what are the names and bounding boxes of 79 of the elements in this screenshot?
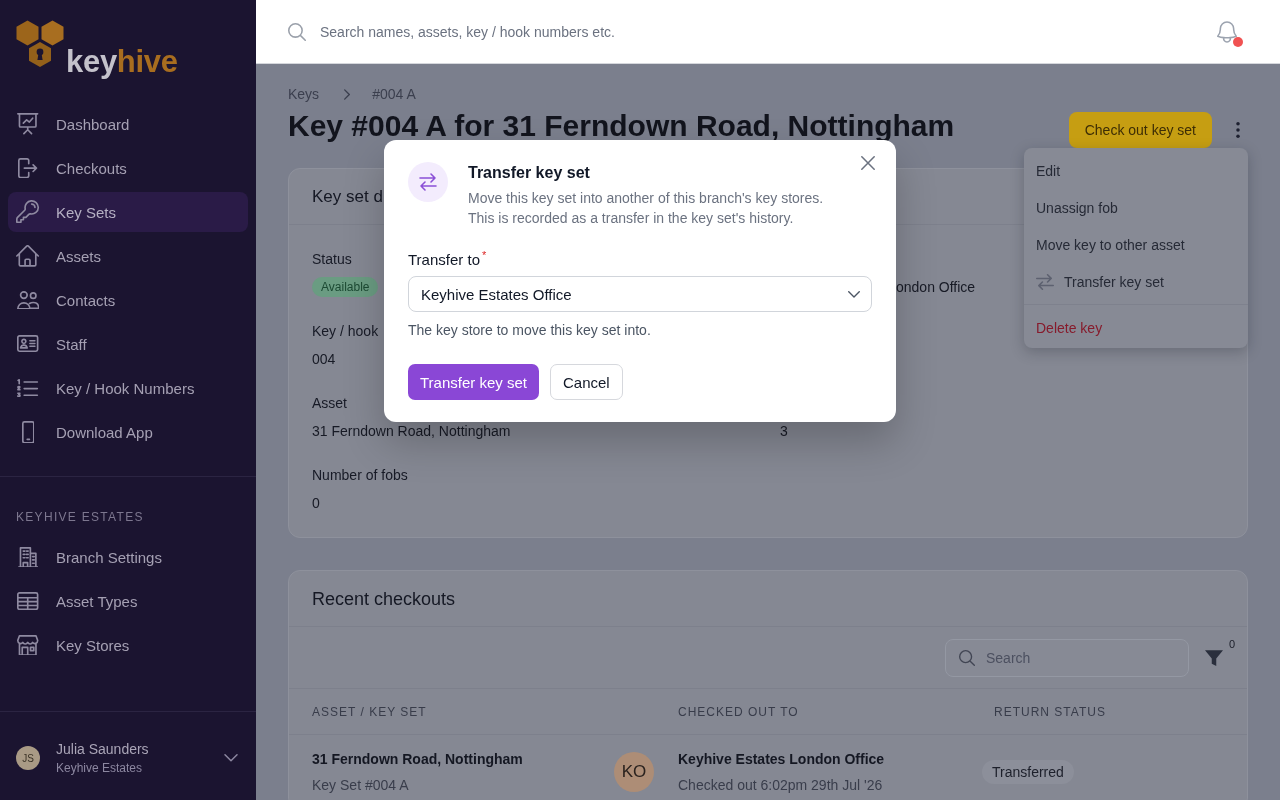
field-value: 3 xyxy=(780,422,788,440)
bell-icon[interactable] xyxy=(1217,20,1237,43)
confirm-button[interactable]: Transfer key set xyxy=(408,364,539,400)
nav-item[interactable]: Dashboard xyxy=(8,104,248,144)
table-search-field[interactable]: Search xyxy=(945,638,1189,677)
check-out-button[interactable]: Check out key set xyxy=(1068,112,1212,148)
transfer-arrows-icon xyxy=(408,162,448,202)
field-value: ondon Office xyxy=(896,278,976,296)
card-title: Recent checkouts xyxy=(312,587,456,611)
field-value: 0 xyxy=(312,494,320,512)
phone-icon xyxy=(21,420,35,444)
avatar: KO xyxy=(614,752,654,792)
filter-count: 0 xyxy=(1228,637,1235,650)
table-icon xyxy=(17,591,39,611)
checkout-time: Checked out 6:02pm 29th Jul '26 xyxy=(678,776,883,795)
menu-item[interactable]: Edit xyxy=(1024,152,1248,189)
nav-item[interactable]: Key Sets xyxy=(8,192,248,232)
vertical-dots-icon[interactable] xyxy=(1236,122,1240,138)
field-value: 31 Ferndown Road, Nottingham xyxy=(312,422,511,440)
nav-item[interactable]: Key / Hook Numbers xyxy=(8,368,248,408)
chevron-down-icon xyxy=(848,290,860,298)
exit-arrow-icon xyxy=(18,157,38,179)
dialog-title: Transfer key set xyxy=(468,163,591,183)
chevron-down-icon[interactable] xyxy=(224,754,238,762)
status-badge: Available xyxy=(312,277,379,297)
people-icon xyxy=(16,290,40,310)
field-value: 004 xyxy=(312,350,336,368)
user-organisation: Keyhive Estates xyxy=(56,760,144,776)
honeycomb-keyhole-icon xyxy=(16,20,64,68)
page-title: Key #004 A for 31 Ferndown Road, Nottingham xyxy=(288,112,956,140)
search-icon xyxy=(959,649,975,666)
dialog-description: Move this key set into another of this branch's key stores. This is recorded as a transfer in the key set's history. xyxy=(468,189,825,228)
presentation-chart-icon xyxy=(17,113,39,135)
field-label: Key / hook xyxy=(312,322,379,341)
close-icon[interactable] xyxy=(861,156,875,170)
search-input[interactable]: Search xyxy=(986,649,1176,666)
chevron-right-icon xyxy=(344,88,351,100)
key-icon xyxy=(16,200,40,224)
store-select[interactable]: Keyhive Estates Office xyxy=(408,276,872,312)
column-header: ASSET / KEY SET xyxy=(312,704,428,719)
nav-item[interactable]: Key Stores xyxy=(8,625,248,665)
cancel-button[interactable]: Cancel xyxy=(550,364,623,400)
numbered-list-icon xyxy=(17,378,39,398)
transfer-arrows-icon xyxy=(1036,273,1054,290)
field-help-text: The key store to move this key set into. xyxy=(408,321,652,340)
key-set-name: Key Set #004 A xyxy=(312,776,409,795)
menu-item[interactable]: Move key to other asset xyxy=(1024,226,1248,263)
checked-out-to: Keyhive Estates London Office xyxy=(678,750,885,769)
search-input[interactable]: Search names, assets, key / hook numbers etc. xyxy=(320,21,1193,42)
search-icon xyxy=(288,22,306,41)
nav-item[interactable]: Asset Types xyxy=(8,581,248,621)
nav-item[interactable]: Branch Settings xyxy=(8,537,248,577)
user-avatar: JS xyxy=(16,746,40,770)
required-mark: * xyxy=(481,250,487,261)
field-label: Transfer to xyxy=(408,250,480,270)
nav-item[interactable]: Contacts xyxy=(8,280,248,320)
funnel-icon[interactable] xyxy=(1205,649,1223,666)
card-title: Key set d xyxy=(312,185,383,208)
building-icon xyxy=(17,546,39,568)
field-label: Number of fobs xyxy=(312,466,408,485)
column-header: RETURN STATUS xyxy=(993,704,1107,719)
nav-item[interactable]: Checkouts xyxy=(8,148,248,188)
return-status-badge: Transferred xyxy=(982,760,1074,784)
id-card-icon xyxy=(17,335,39,353)
house-icon xyxy=(16,245,40,267)
breadcrumb-current: #004 A xyxy=(372,85,416,104)
field-label: Status xyxy=(312,250,352,269)
column-header: CHECKED OUT TO xyxy=(678,704,800,719)
nav-item[interactable]: Staff xyxy=(8,324,248,364)
menu-item[interactable]: Unassign fob xyxy=(1024,189,1248,226)
menu-item[interactable]: Transfer key set xyxy=(1024,263,1248,300)
storefront-icon xyxy=(17,634,39,656)
field-label: Asset xyxy=(312,394,347,413)
nav-item[interactable]: Download App xyxy=(8,412,248,452)
logo-wordmark: keyhive xyxy=(66,45,178,79)
section-heading: KEYHIVE ESTATES xyxy=(15,509,145,526)
asset-name: 31 Ferndown Road, Nottingham xyxy=(312,750,523,769)
nav-item[interactable]: Assets xyxy=(8,236,248,276)
user-name: Julia Saunders xyxy=(56,740,150,758)
